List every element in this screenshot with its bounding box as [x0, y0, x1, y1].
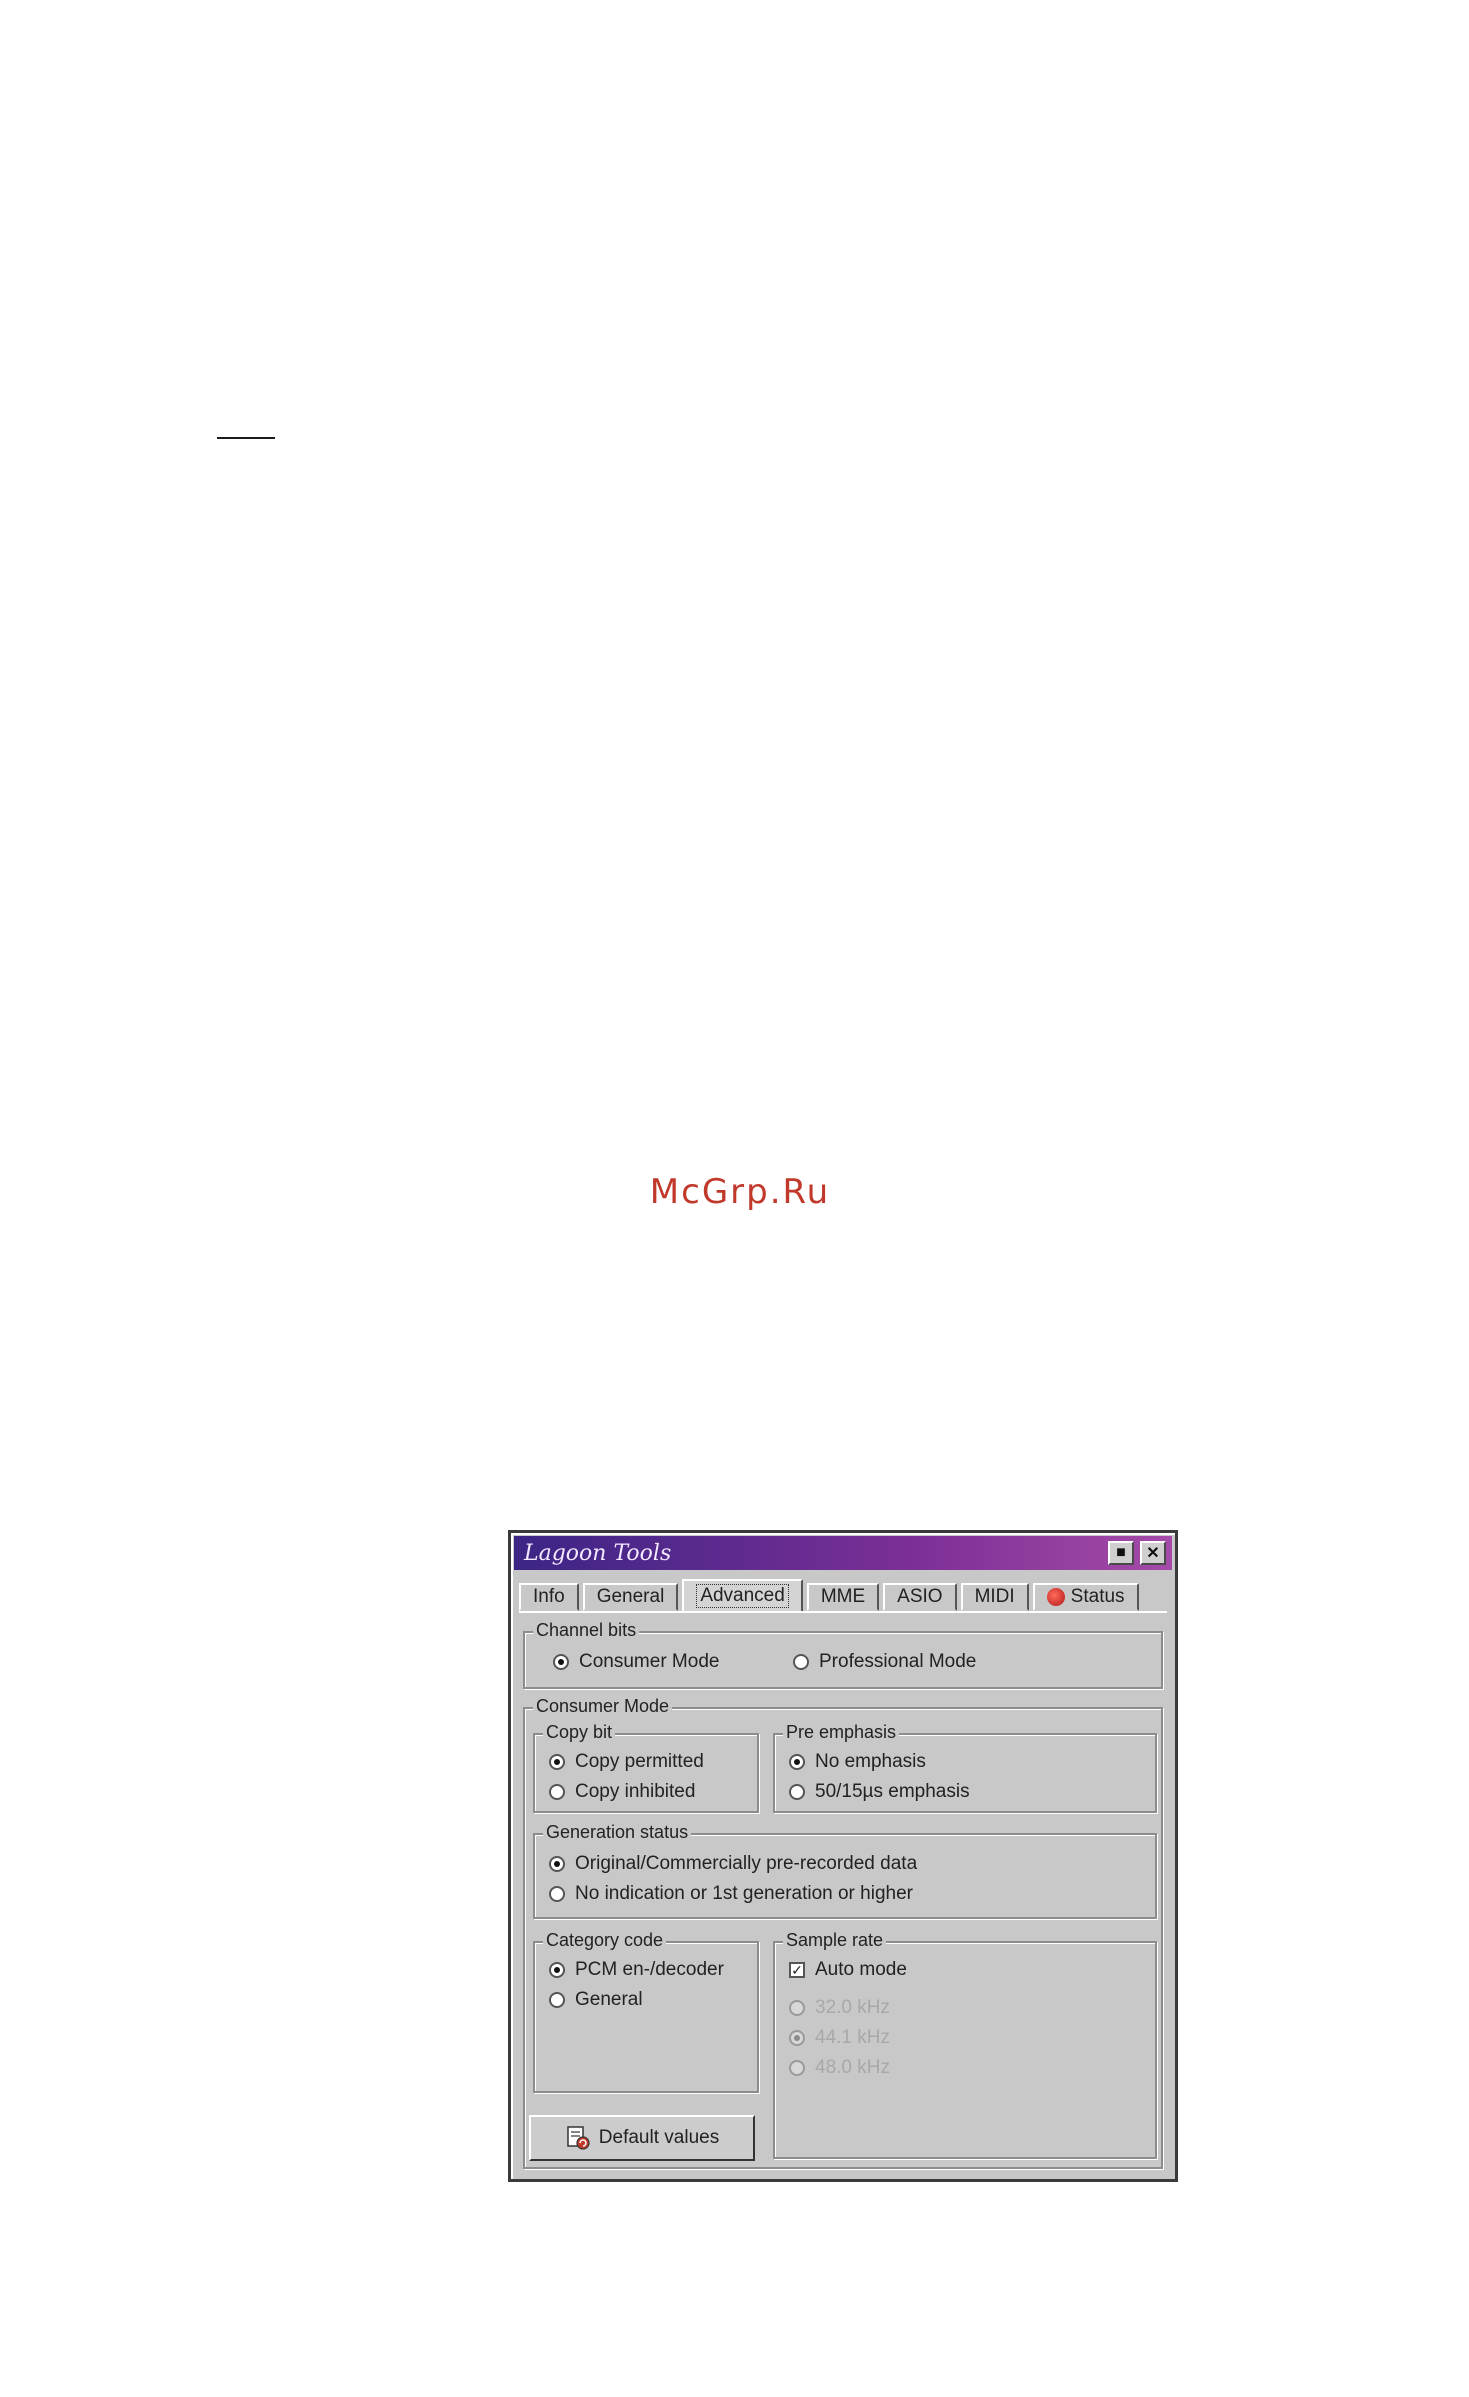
radio-indicator	[549, 1754, 565, 1770]
generation-status-group: Generation status Original/Commercially …	[533, 1822, 1157, 1919]
channel-bits-legend: Channel bits	[533, 1620, 640, 1641]
radio-indicator	[549, 1992, 565, 2008]
copy-permitted-radio[interactable]: Copy permitted	[549, 1751, 704, 1773]
consumer-mode-group: Consumer Mode Copy bit Copy permitted Co…	[523, 1696, 1163, 2169]
default-values-label: Default values	[598, 2127, 720, 2148]
consumer-mode-legend: Consumer Mode	[533, 1696, 673, 1717]
radio-indicator	[789, 2030, 805, 2046]
radio-indicator	[789, 2000, 805, 2016]
tab-midi[interactable]: MIDI	[960, 1583, 1029, 1611]
pin-button[interactable]: ■	[1108, 1541, 1134, 1565]
pin-icon: ■	[1116, 1544, 1126, 1561]
title-bar[interactable]: Lagoon Tools ■ ✕	[514, 1536, 1172, 1570]
radio-indicator	[549, 1886, 565, 1902]
auto-mode-checkbox[interactable]: ✓ Auto mode	[789, 1959, 907, 1981]
copy-bit-legend: Copy bit	[543, 1722, 616, 1743]
tab-asio[interactable]: ASIO	[883, 1583, 957, 1611]
sample-rate-legend: Sample rate	[783, 1930, 887, 1951]
pre-emphasis-legend: Pre emphasis	[783, 1722, 900, 1743]
pre-emphasis-group: Pre emphasis No emphasis 50/15µs emphasi…	[773, 1722, 1157, 1813]
professional-mode-radio[interactable]: Professional Mode	[793, 1651, 976, 1673]
no-indication-radio[interactable]: No indication or 1st generation or highe…	[549, 1883, 913, 1905]
reset-document-icon	[567, 2126, 590, 2150]
sample-rate-group: Sample rate ✓ Auto mode 32.0 kHz 44.1 kH…	[773, 1930, 1157, 2159]
tab-advanced[interactable]: Advanced	[682, 1579, 803, 1611]
emphasis-50-15-radio[interactable]: 50/15µs emphasis	[789, 1781, 970, 1803]
tab-info[interactable]: Info	[519, 1583, 579, 1611]
rate-32-radio[interactable]: 32.0 kHz	[789, 1997, 890, 2019]
radio-indicator	[789, 1754, 805, 1770]
close-button[interactable]: ✕	[1140, 1541, 1166, 1565]
radio-indicator	[549, 1784, 565, 1800]
consumer-mode-radio[interactable]: Consumer Mode	[553, 1651, 719, 1673]
category-code-group: Category code PCM en-/decoder General	[533, 1930, 759, 2093]
copy-bit-group: Copy bit Copy permitted Copy inhibited	[533, 1722, 759, 1813]
watermark: McGrp.Ru	[649, 1172, 831, 1212]
default-values-button[interactable]: Default values	[529, 2115, 755, 2161]
checkmark-icon: ✓	[789, 1962, 805, 1978]
page-rule	[217, 437, 275, 439]
close-icon: ✕	[1146, 1545, 1160, 1562]
tab-mme[interactable]: MME	[806, 1583, 880, 1611]
original-data-radio[interactable]: Original/Commercially pre-recorded data	[549, 1853, 917, 1875]
window-title: Lagoon Tools	[524, 1540, 672, 1566]
generation-status-legend: Generation status	[543, 1822, 692, 1843]
radio-indicator	[549, 1856, 565, 1872]
channel-bits-group: Channel bits Consumer Mode Professional …	[523, 1620, 1163, 1689]
copy-inhibited-radio[interactable]: Copy inhibited	[549, 1781, 695, 1803]
rate-48-radio[interactable]: 48.0 kHz	[789, 2057, 890, 2079]
status-led-icon	[1046, 1588, 1065, 1606]
tab-status[interactable]: Status	[1032, 1583, 1139, 1611]
radio-indicator	[789, 2060, 805, 2076]
rate-44-radio[interactable]: 44.1 kHz	[789, 2027, 890, 2049]
pcm-encoder-radio[interactable]: PCM en-/decoder	[549, 1959, 724, 1981]
radio-indicator	[549, 1962, 565, 1978]
tab-general[interactable]: General	[582, 1583, 679, 1611]
tab-strip: Info General Advanced MME ASIO MIDI Stat…	[519, 1579, 1167, 1613]
no-emphasis-radio[interactable]: No emphasis	[789, 1751, 926, 1773]
general-category-radio[interactable]: General	[549, 1989, 643, 2011]
radio-indicator	[553, 1654, 569, 1670]
radio-indicator	[789, 1784, 805, 1800]
category-code-legend: Category code	[543, 1930, 667, 1951]
lagoon-tools-window: Lagoon Tools ■ ✕ Info General Advanced M…	[508, 1530, 1178, 2182]
radio-indicator	[793, 1654, 809, 1670]
